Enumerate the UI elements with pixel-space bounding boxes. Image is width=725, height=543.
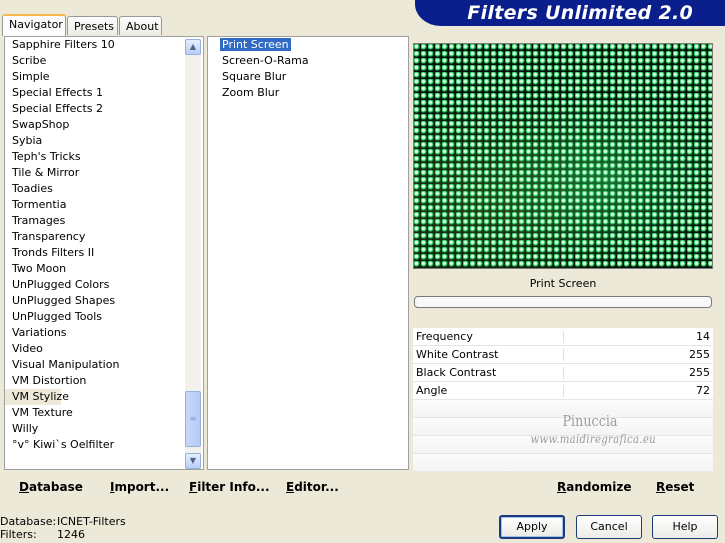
filter-list[interactable]: Print Screen Screen-O-Rama Square Blur Zoom… (207, 36, 409, 470)
category-item[interactable]: Sapphire Filters 10 (5, 37, 203, 53)
category-item[interactable]: Tramages (5, 213, 203, 229)
cancel-button[interactable]: Cancel (576, 515, 642, 539)
randomize-button[interactable]: Randomize (557, 480, 631, 494)
parameter-row[interactable]: Black Contrast 255 (413, 364, 713, 382)
app-title-banner: Filters Unlimited 2.0 (415, 0, 725, 26)
parameter-row[interactable]: White Contrast 255 (413, 346, 713, 364)
right-toolbar: Randomize Reset (413, 472, 713, 500)
category-item[interactable]: Visual Manipulation (5, 357, 203, 373)
category-item[interactable]: SwapShop (5, 117, 203, 133)
category-item[interactable]: Tormentia (5, 197, 203, 213)
filter-items: Print Screen Screen-O-Rama Square Blur Zoom… (208, 37, 408, 101)
left-toolbar: Database Import... Filter Info... Editor… (4, 472, 409, 500)
filter-item-label: Square Blur (222, 70, 287, 83)
tab-navigator[interactable]: Navigator (2, 14, 66, 36)
parameter-value: 255 (689, 366, 710, 379)
category-item[interactable]: VM Stylize (5, 389, 69, 405)
category-item[interactable]: Special Effects 1 (5, 85, 203, 101)
category-scrollbar[interactable]: ▲ ≡ ▼ (185, 39, 201, 469)
up-arrow-icon: ▲ (189, 42, 197, 51)
parameter-row[interactable]: Frequency 14 (413, 328, 713, 346)
parameter-row[interactable]: Angle 72 (413, 382, 713, 400)
category-item[interactable]: Teph's Tricks (5, 149, 203, 165)
preview-progress-bar (414, 296, 712, 308)
watermark-line1: Pinuccia (562, 412, 618, 430)
filters-label: Filters: (0, 528, 37, 541)
category-item[interactable]: Tile & Mirror (5, 165, 203, 181)
filters-count: 1246 (57, 528, 85, 541)
category-item[interactable]: VM Texture (5, 405, 203, 421)
watermark-line2: www.maidiregrafica.eu (530, 432, 656, 446)
down-arrow-icon: ▼ (189, 456, 197, 465)
database-button[interactable]: Database (19, 480, 83, 494)
category-item[interactable]: UnPlugged Shapes (5, 293, 203, 309)
parameter-name: Black Contrast (416, 366, 497, 379)
parameter-name: Frequency (416, 330, 473, 343)
database-value: ICNET-Filters (57, 515, 126, 528)
category-item[interactable]: Tronds Filters II (5, 245, 203, 261)
category-item[interactable]: UnPlugged Colors (5, 277, 203, 293)
category-item[interactable]: Two Moon (5, 261, 203, 277)
grip-icon: ≡ (189, 414, 197, 423)
parameter-name: Angle (416, 384, 448, 397)
category-list[interactable]: Sapphire Filters 10 Scribe Simple Special E… (4, 36, 204, 470)
category-item[interactable]: Special Effects 2 (5, 101, 203, 117)
category-item[interactable]: Willy (5, 421, 203, 437)
parameter-slider[interactable] (563, 385, 564, 397)
scroll-thumb[interactable]: ≡ (185, 391, 201, 447)
category-items: Sapphire Filters 10 Scribe Simple Special E… (5, 37, 203, 453)
category-item[interactable]: Toadies (5, 181, 203, 197)
tab-presets[interactable]: Presets (67, 16, 118, 35)
parameter-rows: Frequency 14 White Contrast 255 Black Contra… (413, 328, 713, 400)
filter-item-label: Zoom Blur (222, 86, 280, 99)
help-button[interactable]: Help (652, 515, 718, 539)
parameter-panel: Frequency 14 White Contrast 255 Black Contra… (413, 328, 713, 472)
scroll-down-button[interactable]: ▼ (185, 453, 201, 469)
category-item[interactable]: Transparency (5, 229, 203, 245)
filter-item[interactable]: Square Blur (208, 69, 408, 85)
parameter-name: White Contrast (416, 348, 499, 361)
category-item[interactable]: Variations (5, 325, 203, 341)
filter-item-label: Screen-O-Rama (222, 54, 309, 67)
category-item[interactable]: Scribe (5, 53, 203, 69)
filter-item-label: Print Screen (220, 38, 291, 51)
tab-about[interactable]: About (119, 16, 162, 35)
parameter-slider[interactable] (563, 349, 564, 361)
category-item[interactable]: UnPlugged Tools (5, 309, 203, 325)
category-item[interactable]: Sybia (5, 133, 203, 149)
preview-filter-name: Print Screen (529, 277, 597, 290)
apply-button[interactable]: Apply (499, 515, 565, 539)
parameter-empty-slot (413, 454, 713, 472)
category-item[interactable]: °v° Kiwi`s Oelfilter (5, 437, 203, 453)
database-label: Database: (0, 515, 57, 528)
filter-item[interactable]: Print Screen (208, 37, 408, 53)
filter-item[interactable]: Screen-O-Rama (208, 53, 408, 69)
parameter-value: 14 (696, 330, 710, 343)
import-button[interactable]: Import... (110, 480, 169, 494)
filter-info-button[interactable]: Filter Info... (189, 480, 270, 494)
parameter-value: 72 (696, 384, 710, 397)
parameter-slider[interactable] (563, 367, 564, 379)
scroll-up-button[interactable]: ▲ (185, 39, 201, 55)
watermark: Pinuccia www.maidiregrafica.eu (530, 412, 656, 448)
filter-item[interactable]: Zoom Blur (208, 85, 408, 101)
category-item[interactable]: Simple (5, 69, 203, 85)
parameter-slider[interactable] (563, 331, 564, 343)
preview-image[interactable] (413, 43, 713, 269)
reset-button[interactable]: Reset (656, 480, 694, 494)
status-info: Database:ICNET-Filters Filters: 1246 (0, 515, 126, 541)
editor-button[interactable]: Editor... (286, 480, 339, 494)
category-item[interactable]: Video (5, 341, 203, 357)
category-item[interactable]: VM Distortion (5, 373, 203, 389)
parameter-value: 255 (689, 348, 710, 361)
